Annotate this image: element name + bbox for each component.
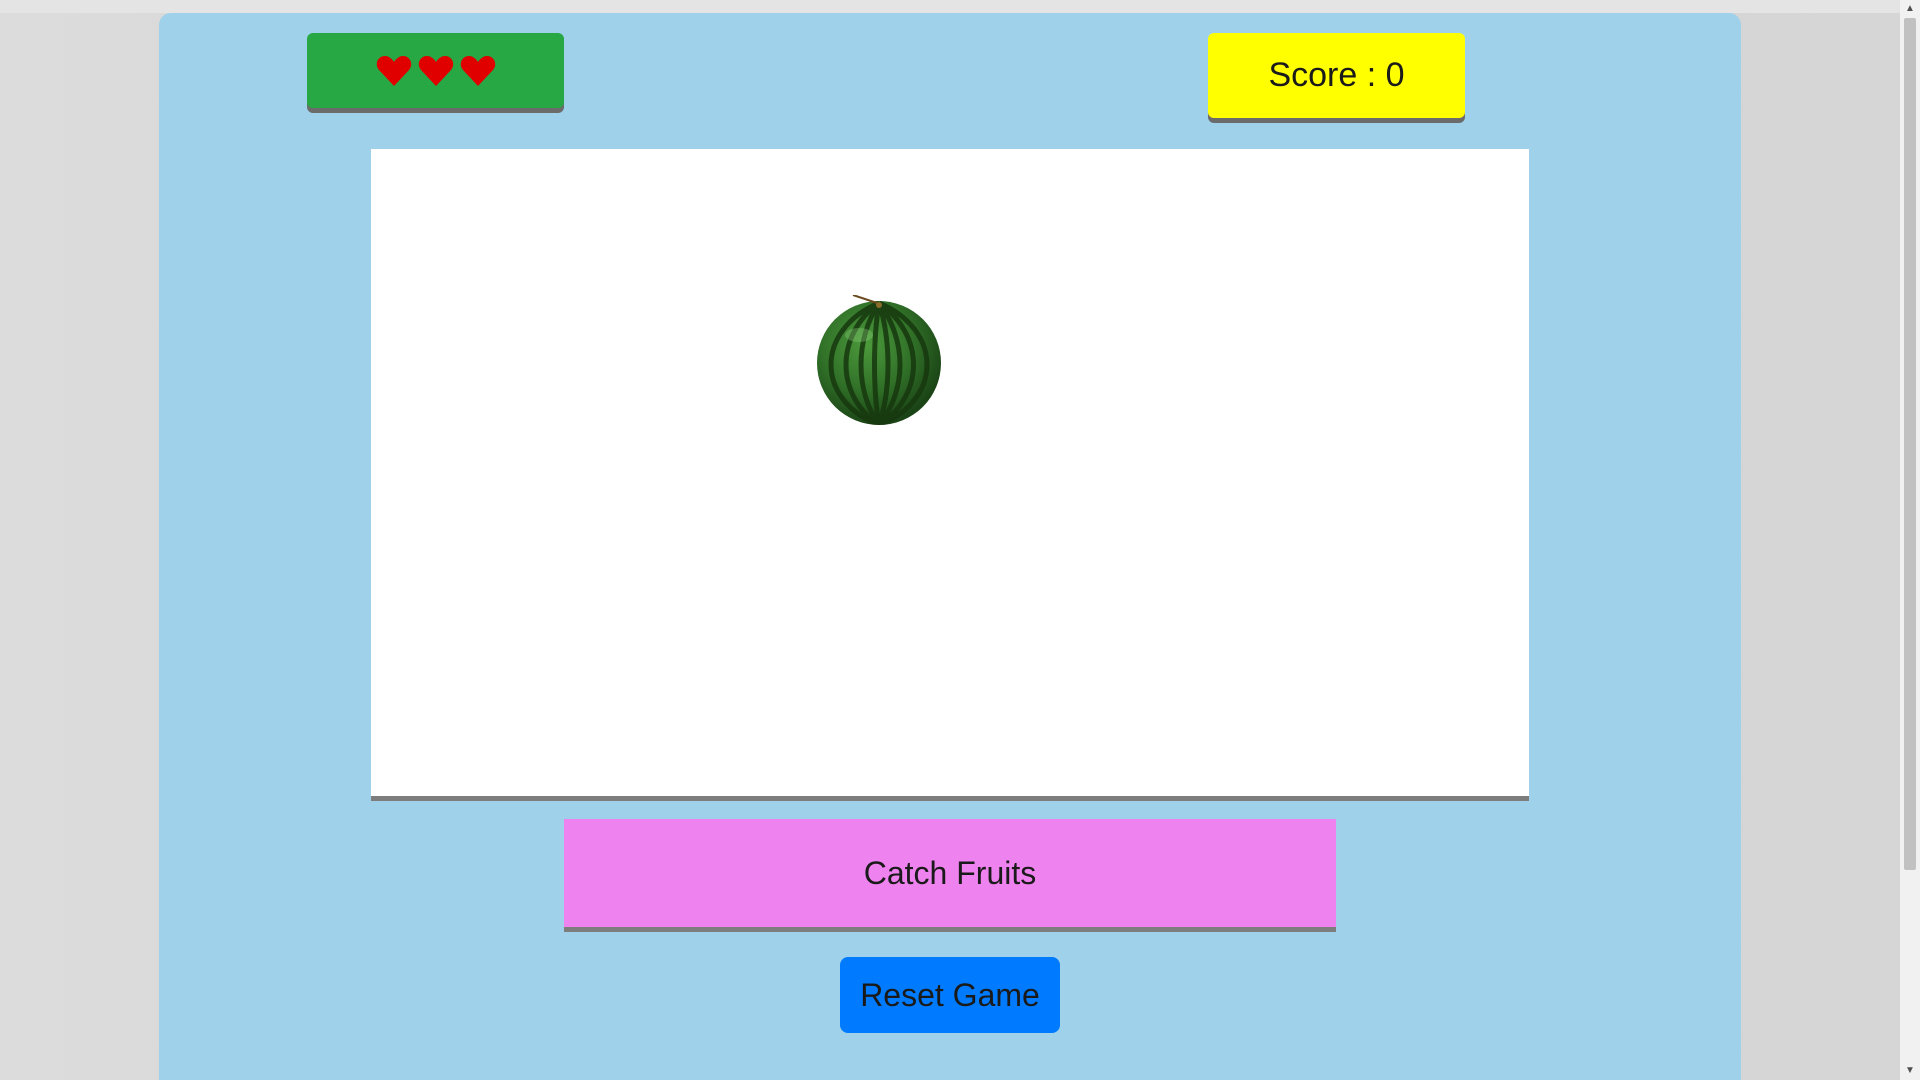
reset-game-label: Reset Game [860, 976, 1040, 1013]
heart-icon [418, 55, 453, 86]
scrollbar-thumb[interactable] [1904, 18, 1916, 870]
game-title: Catch Fruits [863, 854, 1037, 891]
game-play-area[interactable] [371, 149, 1529, 801]
heart-icon [460, 55, 495, 86]
lives-display [307, 33, 564, 108]
heart-icon [376, 55, 411, 86]
score-label: Score : 0 [1268, 56, 1405, 94]
reset-game-button[interactable]: Reset Game [840, 957, 1060, 1033]
watermelon-icon[interactable] [815, 295, 943, 425]
game-container: Score : 0 Catch Fruits Reset Game [159, 13, 1741, 1080]
chevron-up-icon[interactable]: ▲ [1900, 0, 1920, 18]
score-display: Score : 0 [1208, 33, 1465, 118]
chevron-down-icon[interactable]: ▼ [1900, 1062, 1920, 1080]
game-title-banner: Catch Fruits [564, 819, 1336, 932]
vertical-scrollbar[interactable]: ▲ ▼ [1900, 0, 1920, 1080]
browser-top-strip [0, 0, 1920, 13]
